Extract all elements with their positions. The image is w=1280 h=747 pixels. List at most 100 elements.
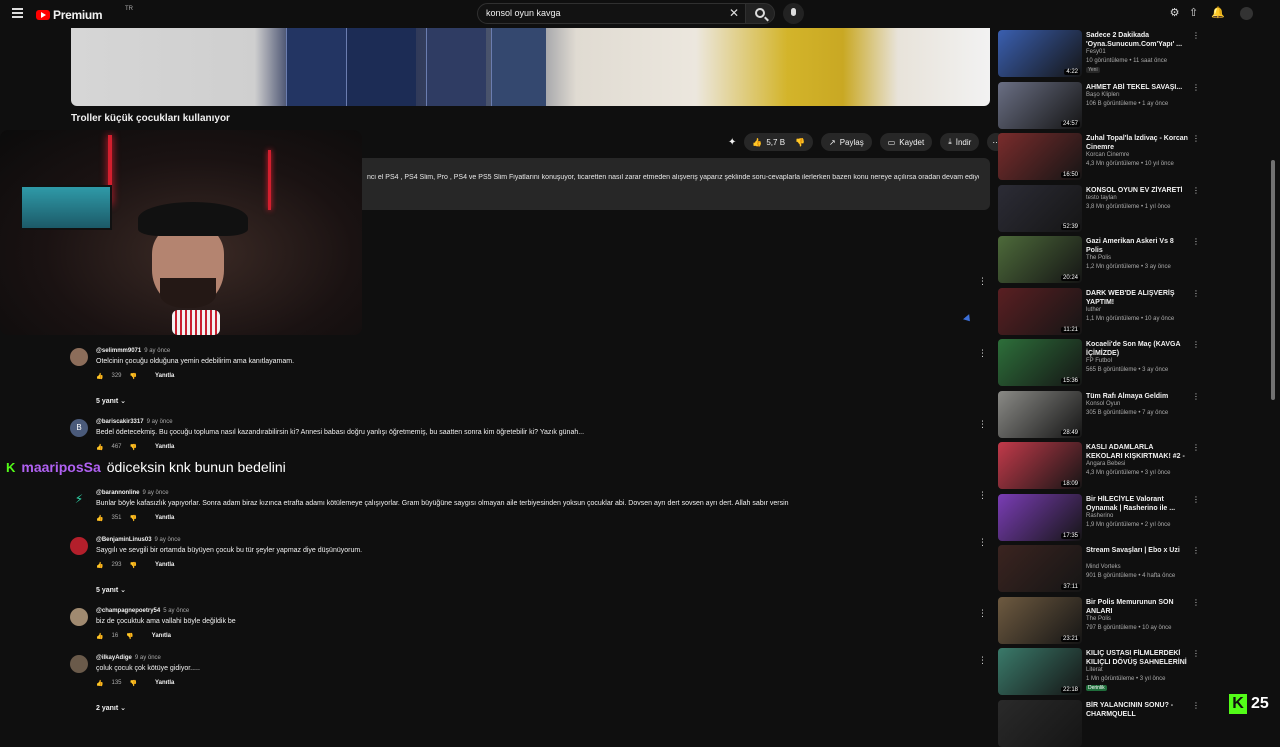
more-options-icon[interactable]: ⋮ [1192,340,1200,349]
share-button[interactable]: ↗ Paylaş [821,133,872,151]
channel-name[interactable]: Fesy01 [1086,49,1106,55]
more-options-icon[interactable]: ⋮ [1192,392,1200,401]
channel-name[interactable]: luther [1086,307,1101,313]
comment-menu-icon[interactable]: ⋮ [978,419,987,430]
recommended-title[interactable]: Kocaeli'de Son Maç (KAVGA İÇİMİZDE) [1086,340,1188,358]
save-button[interactable]: ▭ Kaydet [879,133,933,151]
search-button[interactable] [745,3,775,24]
more-options-icon[interactable]: ⋮ [1192,546,1200,555]
more-options-icon[interactable]: ⋮ [1192,134,1200,143]
like-button[interactable]: 👍 5,7 B 👎 [744,133,814,151]
hype-icon[interactable]: ✦ [728,137,736,148]
reply-button[interactable]: Yanıtla [155,680,174,687]
video-thumbnail[interactable] [998,700,1082,747]
video-thumbnail[interactable]: 37:11 [998,545,1082,592]
recommended-video[interactable]: 28:49 Tüm Rafı Almaya Geldim Konsol Oyun 30… [998,389,1273,438]
dislike-icon[interactable]: 👎 [130,373,137,380]
reply-button[interactable]: Yanıtla [152,633,171,640]
recommended-title[interactable]: KASLI ADAMLARLA KEKOLARI KIŞKIRTMAK! #2 … [1086,443,1188,461]
channel-name[interactable]: Konsol Oyun [1086,401,1120,407]
more-options-icon[interactable]: ⋮ [1192,31,1200,40]
recommended-video[interactable]: 16:50 Zuhal Topal'la İzdivaç - Korcan Cin… [998,131,1273,180]
recommended-video[interactable]: 11:21 DARK WEB'DE ALIŞVERİŞ YAPTIM! luther… [998,286,1273,335]
like-icon[interactable]: 👍 [96,680,103,687]
video-thumbnail[interactable]: 18:09 [998,442,1082,489]
recommended-video[interactable]: 17:35 Bir HİLECİYLE Valorant Oynamak | Ra… [998,492,1273,541]
channel-name[interactable]: Korcan Cinemre [1086,152,1129,158]
reply-button[interactable]: Yanıtla [155,515,174,522]
recommended-title[interactable]: BİR YALANCININ SONU? - CHARMQUELL [1086,701,1188,719]
avatar[interactable] [70,348,88,366]
comment-menu-icon[interactable]: ⋮ [978,490,987,501]
recommended-video[interactable]: 24:57 AHMET ABİ TEKEL SAVAŞI... Başo Klipl… [998,80,1273,129]
comment-author[interactable]: @BenjaminLinus03 9 ay önce [96,537,181,543]
video-thumbnail[interactable]: 23:21 [998,597,1082,644]
channel-name[interactable]: testo taylan [1086,195,1117,201]
channel-name[interactable]: FP Futbol [1086,358,1112,364]
upload-icon[interactable]: ⇧ [1187,7,1200,20]
video-thumbnail[interactable]: 22:18 [998,648,1082,695]
replies-toggle[interactable]: 5 yanıt ⌄ [96,397,126,405]
notifications-icon[interactable]: 🔔 [1211,7,1225,20]
channel-name[interactable]: Mind Vorteks [1086,564,1121,570]
comment-author[interactable]: @ilkayAdige 9 ay önce [96,655,161,661]
dislike-icon[interactable]: 👎 [130,515,137,522]
download-button[interactable]: ⤓ İndir [940,133,980,151]
video-thumbnail[interactable]: 11:21 [998,288,1082,335]
menu-icon[interactable] [12,8,23,18]
recommended-title[interactable]: Tüm Rafı Almaya Geldim [1086,392,1188,401]
video-thumbnail[interactable]: 20:24 [998,236,1082,283]
recommended-video[interactable]: 52:39 KONSOL OYUN EV ZİYARETİ testo taylan… [998,183,1273,232]
comments-sort-icon[interactable]: ⋮ [978,276,987,287]
more-options-icon[interactable]: ⋮ [1192,83,1200,92]
video-thumbnail[interactable]: 24:57 [998,82,1082,129]
avatar[interactable] [70,537,88,555]
more-options-icon[interactable]: ⋮ [1192,237,1200,246]
comment-menu-icon[interactable]: ⋮ [978,348,987,359]
recommended-title[interactable]: Gazi Amerikan Askeri Vs 8 Polis [1086,237,1188,255]
dislike-icon[interactable]: 👎 [130,562,137,569]
more-options-icon[interactable]: ⋮ [1192,186,1200,195]
replies-toggle[interactable]: 2 yanıt ⌄ [96,704,126,712]
comment-author[interactable]: @champagnepoetry54 5 ay önce [96,608,189,614]
avatar[interactable]: ⚡ [70,490,88,508]
video-thumbnail[interactable]: 16:50 [998,133,1082,180]
channel-name[interactable]: Literat [1086,667,1103,673]
recommended-title[interactable]: Stream Savaşları | Ebo x Uzi [1086,546,1188,555]
recommended-video[interactable]: 22:18 KILIÇ USTASI FİLMLERDEKİ KILIÇLI DÖ… [998,646,1273,695]
video-thumbnail[interactable]: 28:49 [998,391,1082,438]
more-options-icon[interactable]: ⋮ [1192,598,1200,607]
like-icon[interactable]: 👍 [96,444,103,451]
video-thumbnail[interactable]: 52:39 [998,185,1082,232]
more-options-icon[interactable]: ⋮ [1192,289,1200,298]
dislike-icon[interactable]: 👎 [130,680,137,687]
search-input[interactable]: konsol oyun kavga ✕ [477,3,746,24]
reply-button[interactable]: Yanıtla [155,373,174,380]
comment-author[interactable]: @bariscakir3317 9 ay önce [96,419,173,425]
comment-author[interactable]: @barannonline 9 ay önce [96,490,169,496]
more-options-icon[interactable]: ⋮ [1192,649,1200,658]
comment-menu-icon[interactable]: ⋮ [978,608,987,619]
reply-button[interactable]: Yanıtla [155,562,174,569]
recommended-title[interactable]: KILIÇ USTASI FİLMLERDEKİ KILIÇLI DÖVÜŞ S… [1086,649,1188,667]
recommended-title[interactable]: Bir Polis Memurunun SON ANLARI [1086,598,1188,616]
recommended-title[interactable]: Sadece 2 Dakikada 'Oyna.Sunucum.Com'Yapı… [1086,31,1188,49]
like-icon[interactable]: 👍 [96,515,103,522]
replies-toggle[interactable]: 5 yanıt ⌄ [96,586,126,594]
scrollbar[interactable] [1271,160,1275,400]
recommended-video[interactable]: 20:24 Gazi Amerikan Askeri Vs 8 Polis The … [998,234,1273,283]
comment-author[interactable]: @selimmm9071 9 ay önce [96,348,170,354]
recommended-title[interactable]: Bir HİLECİYLE Valorant Oynamak | Rasheri… [1086,495,1188,513]
clear-search-icon[interactable]: ✕ [729,6,739,20]
like-icon[interactable]: 👍 [96,373,103,380]
more-options-icon[interactable]: ⋮ [1192,443,1200,452]
video-player[interactable] [71,28,990,106]
recommended-title[interactable]: AHMET ABİ TEKEL SAVAŞI... [1086,83,1188,92]
like-icon[interactable]: 👍 [96,633,103,640]
recommended-title[interactable]: Zuhal Topal'la İzdivaç - Korcan Cinemre [1086,134,1188,152]
channel-name[interactable]: Angara Bebesi [1086,461,1125,467]
video-thumbnail[interactable]: 17:35 [998,494,1082,541]
channel-name[interactable]: Rasherino [1086,513,1113,519]
channel-name[interactable]: The Polis [1086,255,1111,261]
voice-search-icon[interactable] [783,3,804,24]
